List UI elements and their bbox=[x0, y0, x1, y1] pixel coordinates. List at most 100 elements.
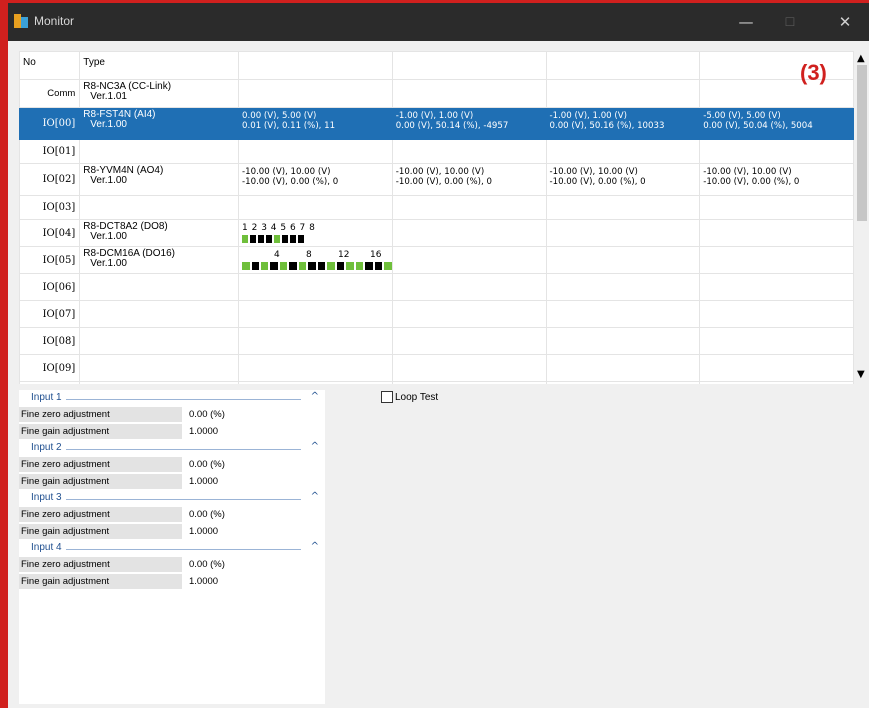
led-off bbox=[266, 235, 273, 243]
table-row[interactable]: IO[01] bbox=[19, 139, 854, 164]
scroll-up-icon[interactable]: ▲ bbox=[857, 53, 865, 64]
table-row[interactable]: IO[00] R8-FST4N (AI4) Ver.1.00 0.00 (V), 5.… bbox=[19, 107, 854, 140]
led-on bbox=[274, 235, 281, 243]
property-value[interactable]: 0.00 (%) bbox=[182, 409, 225, 420]
table-row[interactable]: IO[04] R8-DCT8A2 (DO8) Ver.1.00 1 2 3 4 5 6… bbox=[19, 219, 854, 247]
collapse-icon[interactable]: ^ bbox=[311, 541, 319, 552]
channel-value bbox=[238, 381, 393, 384]
property-value[interactable]: 1.0000 bbox=[182, 476, 218, 487]
table-row[interactable]: IO[08] bbox=[19, 327, 854, 355]
group-title: Input 4 bbox=[31, 542, 66, 553]
collapse-icon[interactable]: ^ bbox=[311, 391, 319, 402]
table-row[interactable]: IO[05] R8-DCM16A (DO16) Ver.1.00 4 8 12 16 bbox=[19, 246, 854, 274]
scroll-thumb[interactable] bbox=[857, 65, 867, 221]
close-icon[interactable]: ✕ bbox=[823, 7, 867, 37]
row-no: Comm bbox=[19, 79, 81, 108]
row-no: IO[10] bbox=[19, 381, 81, 384]
checkbox-box[interactable] bbox=[381, 391, 393, 403]
led-off bbox=[365, 262, 373, 270]
property-row[interactable]: Fine zero adjustment 0.00 (%) bbox=[19, 506, 325, 523]
led-off bbox=[317, 262, 326, 270]
property-row[interactable]: Fine zero adjustment 0.00 (%) bbox=[19, 456, 325, 473]
channel-value bbox=[238, 354, 393, 382]
table-row[interactable]: IO[03] bbox=[19, 195, 854, 220]
module-version: Ver.1.00 bbox=[90, 119, 127, 130]
property-row[interactable]: Fine zero adjustment 0.00 (%) bbox=[19, 406, 325, 423]
monitor-grid[interactable]: No Type Comm R8-NC3A (CC-Link) Ver.1.01 IO[… bbox=[19, 51, 854, 384]
property-row[interactable]: Fine gain adjustment 1.0000 bbox=[19, 473, 325, 490]
input-group-header[interactable]: Input 2 ^ bbox=[19, 440, 325, 456]
channel-value bbox=[391, 79, 547, 108]
bit-label: 8 bbox=[306, 250, 312, 260]
property-value[interactable]: 1.0000 bbox=[182, 426, 218, 437]
input-group-header[interactable]: Input 3 ^ bbox=[19, 490, 325, 506]
channel-value bbox=[699, 219, 854, 247]
led-strip bbox=[242, 235, 391, 243]
input-group-header[interactable]: Input 1 ^ bbox=[19, 390, 325, 406]
property-row[interactable]: Fine gain adjustment 1.0000 bbox=[19, 573, 325, 590]
channel-value bbox=[545, 327, 701, 355]
channel-value bbox=[699, 139, 854, 164]
collapse-icon[interactable]: ^ bbox=[311, 441, 319, 452]
row-type bbox=[79, 327, 240, 355]
channel-value: -1.00 (V), 1.00 (V) 0.00 (V), 50.16 (%),… bbox=[545, 107, 701, 140]
led-on bbox=[298, 262, 307, 270]
header-row: No Type bbox=[19, 51, 854, 80]
vertical-scrollbar[interactable]: ▲ ▼ bbox=[855, 51, 869, 384]
property-value[interactable]: 0.00 (%) bbox=[182, 459, 225, 470]
row-no: IO[01] bbox=[19, 139, 81, 164]
led-on bbox=[242, 262, 250, 270]
table-row[interactable]: IO[07] bbox=[19, 300, 854, 328]
row-type bbox=[79, 139, 240, 164]
property-label: Fine gain adjustment bbox=[19, 474, 182, 489]
property-row[interactable]: Fine gain adjustment 1.0000 bbox=[19, 523, 325, 540]
settings-panel: Input 1 ^ Fine zero adjustment 0.00 (%) Fine… bbox=[19, 390, 325, 704]
table-row[interactable]: IO[06] bbox=[19, 273, 854, 301]
header-no: No bbox=[19, 51, 81, 80]
table-row[interactable]: IO[10] bbox=[19, 381, 854, 384]
channel-value bbox=[699, 381, 854, 384]
led-off bbox=[282, 235, 289, 243]
channel-value: 4 8 12 16 bbox=[238, 246, 393, 274]
channel-value bbox=[699, 79, 854, 108]
led-on bbox=[384, 262, 392, 270]
led-off bbox=[289, 262, 297, 270]
led-on bbox=[279, 262, 288, 270]
channel-value: -10.00 (V), 10.00 (V) -10.00 (V), 0.00 (… bbox=[238, 163, 393, 196]
channel-value bbox=[238, 327, 393, 355]
bit-label: 4 bbox=[274, 250, 280, 260]
row-type bbox=[79, 195, 240, 220]
channel-value bbox=[545, 139, 701, 164]
minimize-icon[interactable]: — bbox=[724, 7, 768, 37]
table-row[interactable]: IO[02] R8-YVM4N (AO4) Ver.1.00 -10.00 (V), … bbox=[19, 163, 854, 196]
property-row[interactable]: Fine zero adjustment 0.00 (%) bbox=[19, 556, 325, 573]
title-bar[interactable]: Monitor — ☐ ✕ bbox=[8, 3, 869, 41]
table-row[interactable]: Comm R8-NC3A (CC-Link) Ver.1.01 bbox=[19, 79, 854, 108]
bit-label: 12 bbox=[338, 250, 350, 260]
channel-value bbox=[238, 273, 393, 301]
row-type: R8-DCT8A2 (DO8) Ver.1.00 bbox=[79, 219, 240, 247]
property-label: Fine zero adjustment bbox=[19, 457, 182, 472]
channel-value bbox=[391, 273, 547, 301]
channel-value bbox=[238, 195, 393, 220]
scroll-down-icon[interactable]: ▼ bbox=[857, 369, 865, 380]
row-no: IO[03] bbox=[19, 195, 81, 220]
channel-value bbox=[238, 139, 393, 164]
channel-value bbox=[545, 219, 701, 247]
property-row[interactable]: Fine gain adjustment 1.0000 bbox=[19, 423, 325, 440]
table-row[interactable]: IO[09] bbox=[19, 354, 854, 382]
maximize-icon[interactable]: ☐ bbox=[768, 7, 812, 37]
property-value[interactable]: 1.0000 bbox=[182, 576, 218, 587]
property-value[interactable]: 1.0000 bbox=[182, 526, 218, 537]
input-group-header[interactable]: Input 4 ^ bbox=[19, 540, 325, 556]
loop-test-checkbox[interactable]: Loop Test bbox=[381, 391, 438, 403]
property-label: Fine zero adjustment bbox=[19, 557, 182, 572]
led-off bbox=[308, 262, 316, 270]
property-value[interactable]: 0.00 (%) bbox=[182, 559, 225, 570]
channel-value bbox=[699, 300, 854, 328]
channel-value bbox=[699, 273, 854, 301]
property-value[interactable]: 0.00 (%) bbox=[182, 509, 225, 520]
collapse-icon[interactable]: ^ bbox=[311, 491, 319, 502]
property-label: Fine zero adjustment bbox=[19, 507, 182, 522]
channel-value: -10.00 (V), 10.00 (V) -10.00 (V), 0.00 (… bbox=[545, 163, 701, 196]
